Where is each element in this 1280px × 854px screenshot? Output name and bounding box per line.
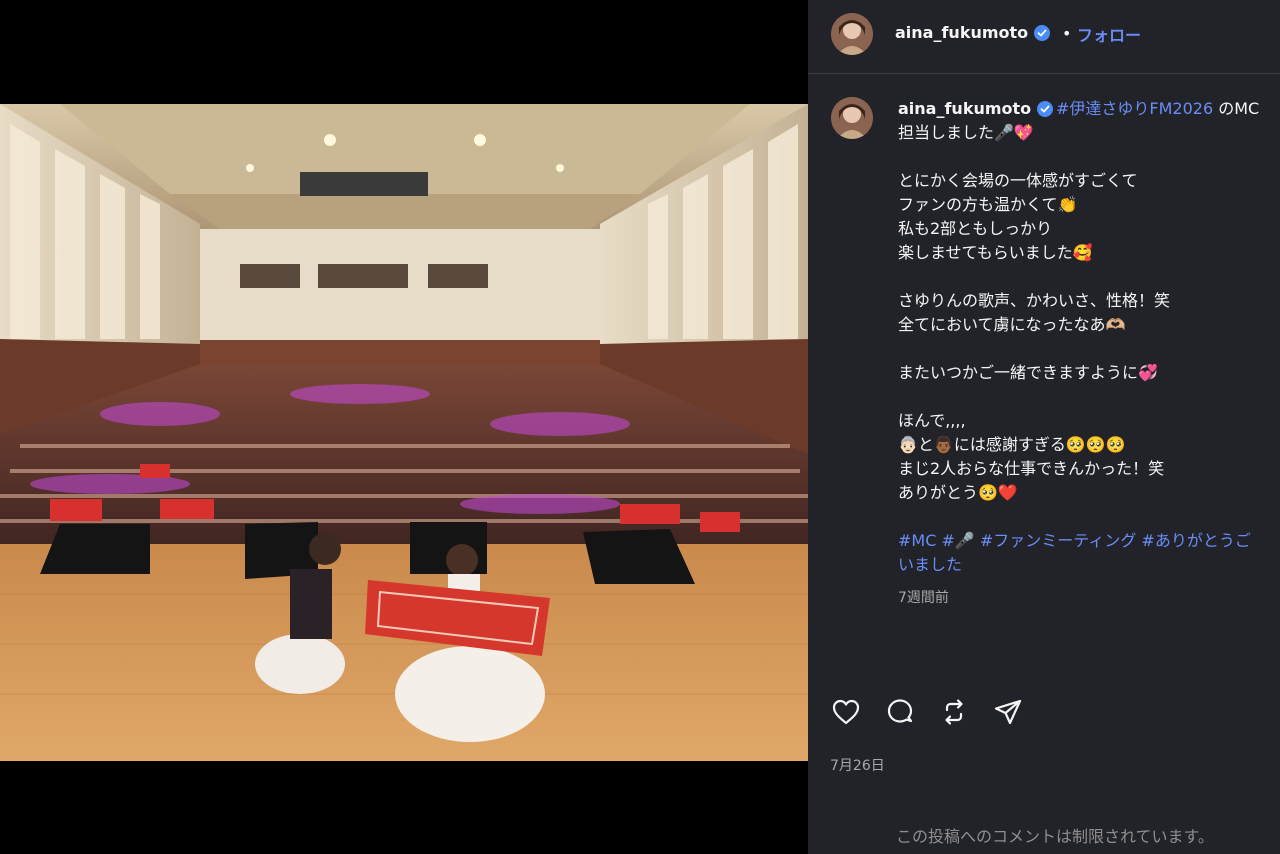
caption-line: 全てにおいて虜になったなあ🫶🏼 [898,315,1126,334]
comment-icon[interactable] [884,696,916,728]
caption-line: ほんで,,,, [898,411,966,430]
post-header: aina_fukumoto • フォロー [808,0,1280,74]
caption-line: 👵🏻と👨🏾には感謝すぎる🥺🥺🥺 [898,435,1126,454]
share-icon[interactable] [992,696,1024,728]
caption-line: 担当しました🎤💖 [898,123,1034,142]
heart-icon[interactable] [830,696,862,728]
repost-icon[interactable] [938,696,970,728]
caption-body: 担当しました🎤💖 とにかく会場の一体感がすごくて ファンの方も温かくて👏 私も2部とも… [898,121,1278,529]
media-viewer [0,0,808,854]
caption-line: 私も2部ともしっかり [898,219,1053,238]
caption-line: まじ2人おらな仕事できんかった！笑 [898,459,1165,478]
verified-badge-icon [1037,101,1053,117]
hashtags-line[interactable]: #MC #🎤 #ファンミーティング #ありがとうご [898,529,1278,553]
verified-badge-icon [1034,25,1050,41]
caption-text: のMC [1213,99,1260,118]
concert-hall-photo [0,104,808,761]
caption-line: さゆりんの歌声、かわいさ、性格！笑 [898,291,1171,310]
caption-line: 楽しませてもらいました🥰 [898,243,1093,262]
caption-username[interactable]: aina_fukumoto [898,97,1031,121]
author-username[interactable]: aina_fukumoto [895,23,1028,42]
follow-button[interactable]: フォロー [1077,22,1141,46]
avatar-image [831,13,873,55]
caption-time-ago[interactable]: 7週間前 [898,587,949,607]
post-caption: aina_fukumoto #伊達さゆりFM2026 のMC 担当しました🎤💖 と… [898,97,1278,577]
header-separator: • [1062,24,1072,43]
caption-line: またいつかご一緒できますように💞 [898,363,1158,382]
post-date[interactable]: 7月26日 [830,755,885,775]
author-avatar[interactable] [831,13,873,55]
caption-line: ファンの方も温かくて👏 [898,195,1078,214]
hashtags-line[interactable]: いました [898,553,1278,577]
caption-avatar[interactable] [831,97,873,139]
caption-line: ありがとう🥺❤️ [898,483,1018,502]
caption-line: とにかく会場の一体感がすごくて [898,171,1138,190]
post-side-panel: aina_fukumoto • フォロー aina_fukumoto #伊達さゆ… [808,0,1280,854]
post-photo[interactable] [0,104,808,761]
comments-restricted-notice: この投稿へのコメントは制限されています。 [896,827,1214,846]
avatar-image [831,97,873,139]
hashtag-link[interactable]: #伊達さゆりFM2026 [1056,99,1213,118]
